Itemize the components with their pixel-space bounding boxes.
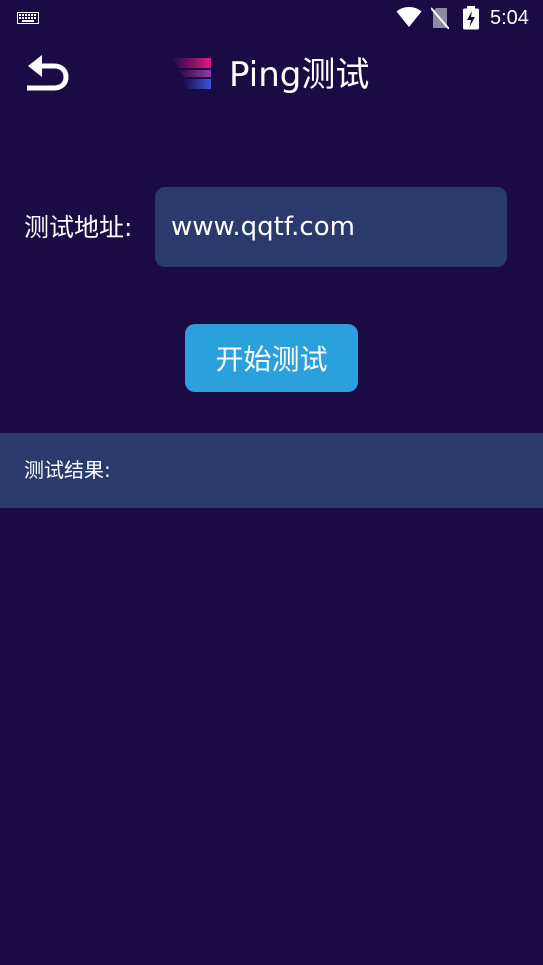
logo-icon xyxy=(171,58,211,89)
address-label: 测试地址: xyxy=(24,213,133,242)
page-title: Ping测试 xyxy=(229,55,370,95)
back-button[interactable] xyxy=(22,52,70,96)
battery-charging-icon xyxy=(463,6,479,30)
wifi-icon xyxy=(396,7,422,27)
keyboard-icon xyxy=(17,12,39,24)
status-bar: 5:04 xyxy=(0,0,543,38)
clock: 5:04 xyxy=(490,7,529,29)
address-input[interactable]: www.qqtf.com xyxy=(155,187,507,267)
start-test-button[interactable]: 开始测试 xyxy=(185,324,358,392)
results-bar: 测试结果: xyxy=(0,433,543,508)
results-label: 测试结果: xyxy=(24,458,111,482)
back-arrow-icon xyxy=(27,55,69,91)
no-sim-icon xyxy=(431,7,449,29)
